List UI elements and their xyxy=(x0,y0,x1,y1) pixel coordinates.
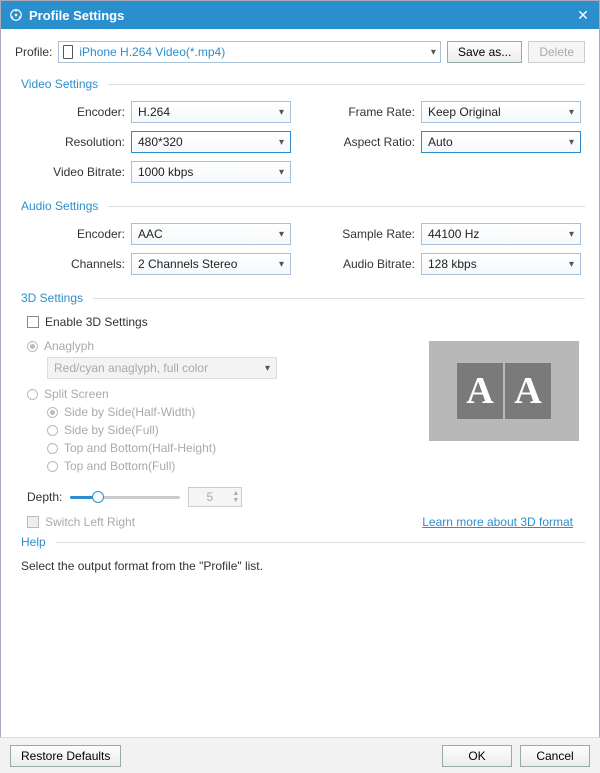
split-screen-radio xyxy=(27,389,38,400)
depth-label: Depth: xyxy=(27,490,62,504)
split-screen-label: Split Screen xyxy=(44,387,109,401)
app-icon xyxy=(9,8,23,22)
depth-spinner: 5 ▲▼ xyxy=(188,487,242,507)
3d-preview: AA xyxy=(429,341,579,441)
tb-half-radio xyxy=(47,443,58,454)
save-as-button[interactable]: Save as... xyxy=(447,41,522,63)
help-group: Help Select the output format from the "… xyxy=(15,535,585,583)
switch-lr-checkbox xyxy=(27,516,39,528)
delete-button: Delete xyxy=(528,41,585,63)
chevron-down-icon: ▾ xyxy=(279,229,284,240)
profile-label: Profile: xyxy=(15,45,52,59)
learn-more-link[interactable]: Learn more about 3D format xyxy=(422,515,573,529)
video-bitrate-select[interactable]: 1000 kbps▾ xyxy=(131,161,291,183)
tb-half-label: Top and Bottom(Half-Height) xyxy=(64,441,216,455)
video-bitrate-label: Video Bitrate: xyxy=(21,165,131,179)
profile-row: Profile: iPhone H.264 Video(*.mp4) ▾ Sav… xyxy=(15,37,585,73)
chevron-down-icon: ▼ xyxy=(232,497,239,504)
chevron-down-icon: ▾ xyxy=(569,107,574,118)
profile-select[interactable]: iPhone H.264 Video(*.mp4) ▾ xyxy=(58,41,441,63)
titlebar: Profile Settings ✕ xyxy=(1,1,599,29)
cancel-button[interactable]: Cancel xyxy=(520,745,590,767)
sample-rate-label: Sample Rate: xyxy=(321,227,421,241)
video-settings-group: Video Settings Encoder: H.264▾ Frame Rat… xyxy=(15,77,585,193)
window-title: Profile Settings xyxy=(29,8,575,23)
ok-button[interactable]: OK xyxy=(442,745,512,767)
frame-rate-label: Frame Rate: xyxy=(321,105,421,119)
help-title: Help xyxy=(21,535,585,549)
enable-3d-label: Enable 3D Settings xyxy=(45,315,148,329)
chevron-down-icon: ▾ xyxy=(279,259,284,270)
resolution-select[interactable]: 480*320▾ xyxy=(131,131,291,153)
video-encoder-label: Encoder: xyxy=(21,105,131,119)
chevron-down-icon: ▾ xyxy=(569,259,574,270)
sbs-half-label: Side by Side(Half-Width) xyxy=(64,405,195,419)
profile-value: iPhone H.264 Video(*.mp4) xyxy=(79,45,431,59)
audio-settings-title: Audio Settings xyxy=(21,199,585,213)
3d-settings-title: 3D Settings xyxy=(21,291,585,305)
chevron-down-icon: ▾ xyxy=(279,137,284,148)
sample-rate-select[interactable]: 44100 Hz▾ xyxy=(421,223,581,245)
video-encoder-select[interactable]: H.264▾ xyxy=(131,101,291,123)
channels-select[interactable]: 2 Channels Stereo▾ xyxy=(131,253,291,275)
switch-lr-label: Switch Left Right xyxy=(45,515,135,529)
tb-full-label: Top and Bottom(Full) xyxy=(64,459,175,473)
chevron-down-icon: ▾ xyxy=(279,107,284,118)
aspect-ratio-label: Aspect Ratio: xyxy=(321,135,421,149)
anaglyph-label: Anaglyph xyxy=(44,339,94,353)
chevron-down-icon: ▾ xyxy=(569,137,574,148)
anaglyph-mode-select: Red/cyan anaglyph, full color▾ xyxy=(47,357,277,379)
tb-full-radio xyxy=(47,461,58,472)
3d-settings-group: 3D Settings Enable 3D Settings Anaglyph … xyxy=(15,291,585,529)
audio-bitrate-label: Audio Bitrate: xyxy=(321,257,421,271)
audio-encoder-label: Encoder: xyxy=(21,227,131,241)
enable-3d-checkbox[interactable] xyxy=(27,316,39,328)
restore-defaults-button[interactable]: Restore Defaults xyxy=(10,745,121,767)
footer: Restore Defaults OK Cancel xyxy=(0,737,600,773)
audio-encoder-select[interactable]: AAC▾ xyxy=(131,223,291,245)
chevron-down-icon: ▾ xyxy=(569,229,574,240)
frame-rate-select[interactable]: Keep Original▾ xyxy=(421,101,581,123)
sbs-half-radio xyxy=(47,407,58,418)
audio-bitrate-select[interactable]: 128 kbps▾ xyxy=(421,253,581,275)
aspect-ratio-select[interactable]: Auto▾ xyxy=(421,131,581,153)
close-icon[interactable]: ✕ xyxy=(575,7,591,23)
help-text: Select the output format from the "Profi… xyxy=(15,549,585,583)
sbs-full-label: Side by Side(Full) xyxy=(64,423,159,437)
audio-settings-group: Audio Settings Encoder: AAC▾ Sample Rate… xyxy=(15,199,585,285)
chevron-up-icon: ▲ xyxy=(232,490,239,497)
sbs-full-radio xyxy=(47,425,58,436)
chevron-down-icon: ▾ xyxy=(431,47,436,58)
device-icon xyxy=(63,45,73,59)
depth-slider xyxy=(70,490,180,504)
chevron-down-icon: ▾ xyxy=(279,167,284,178)
channels-label: Channels: xyxy=(21,257,131,271)
video-settings-title: Video Settings xyxy=(21,77,585,91)
resolution-label: Resolution: xyxy=(21,135,131,149)
chevron-down-icon: ▾ xyxy=(265,363,270,374)
anaglyph-radio xyxy=(27,341,38,352)
